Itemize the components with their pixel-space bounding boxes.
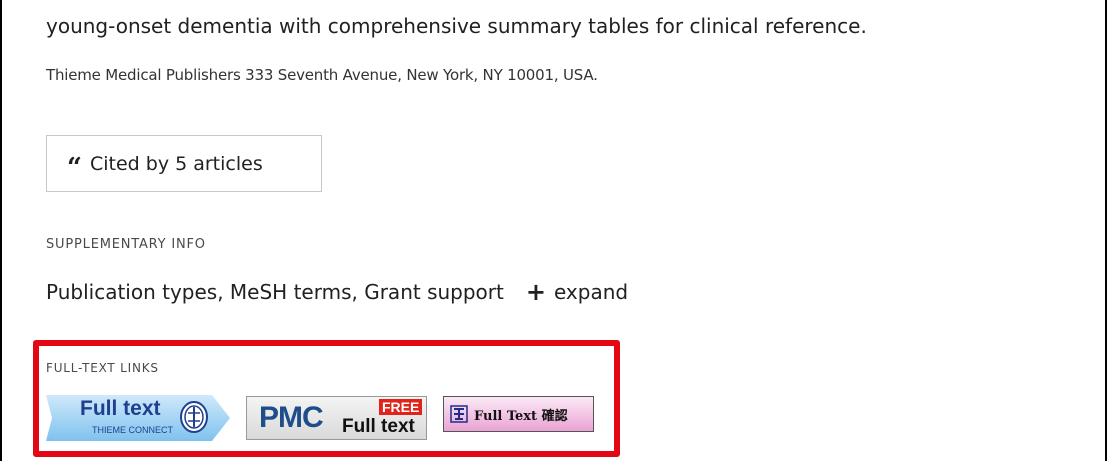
thieme-connect-label: THIEME CONNECT: [92, 425, 173, 435]
thieme-full-text-label: Full text: [80, 397, 161, 420]
jdream-logo-icon: [450, 405, 468, 423]
thieme-emblem-icon: [180, 401, 208, 433]
thieme-full-text-link[interactable]: Full text THIEME CONNECT: [46, 395, 230, 441]
supplementary-info-row: Publication types, MeSH terms, Grant sup…: [46, 280, 628, 304]
quote-icon: “: [67, 152, 82, 183]
full-text-links-heading: FULL-TEXT LINKS: [46, 361, 159, 375]
cited-by-label: Cited by 5 articles: [89, 152, 263, 175]
author-affiliation: Thieme Medical Publishers 333 Seventh Av…: [46, 66, 598, 84]
pmc-full-text-label: Full text: [342, 416, 415, 437]
cited-by-button[interactable]: “ Cited by 5 articles: [46, 135, 322, 192]
plus-icon: +: [525, 278, 546, 306]
abstract-closing-line: young-onset dementia with comprehensive …: [46, 14, 867, 38]
supplementary-summary: Publication types, MeSH terms, Grant sup…: [46, 280, 504, 304]
jdream-full-text-link[interactable]: Full Text 確認: [443, 396, 594, 432]
jdream-full-text-label: Full Text 確認: [474, 408, 568, 424]
expand-button[interactable]: + expand: [526, 280, 628, 304]
expand-label: expand: [553, 280, 629, 304]
pmc-free-full-text-link[interactable]: PMC FREE Full text: [246, 396, 427, 440]
free-badge: FREE: [379, 399, 423, 415]
pmc-label: PMC: [259, 401, 324, 434]
supplementary-info-heading: SUPPLEMENTARY INFO: [46, 237, 206, 252]
